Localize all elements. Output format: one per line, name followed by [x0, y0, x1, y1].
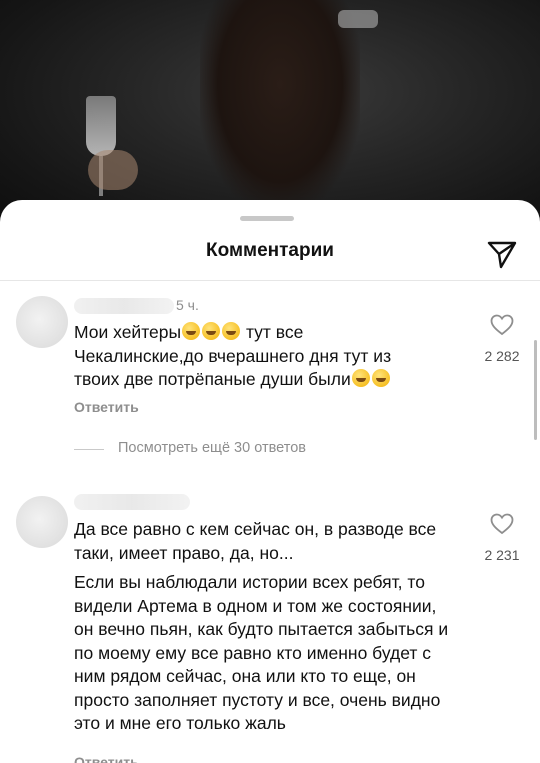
photo-watch: [338, 10, 378, 28]
comment-text-line: Мои хейтеры: [74, 322, 182, 342]
avatar[interactable]: [16, 496, 68, 548]
header-divider: [0, 280, 540, 281]
squinting-face-emoji: [371, 369, 390, 387]
post-photo-background: [0, 0, 540, 230]
heart-outline-icon[interactable]: [490, 513, 514, 535]
comment-paragraph: Если вы наблюдали истории всех ребят, то…: [74, 572, 449, 733]
grinning-sweat-emoji: [202, 322, 221, 340]
like-count: 2 231: [484, 547, 520, 563]
paper-plane-icon[interactable]: [486, 238, 518, 270]
comment-text-line: тут все: [245, 322, 304, 342]
sheet-title: Комментарии: [206, 240, 334, 261]
avatar[interactable]: [16, 296, 68, 348]
replies-rule: [74, 449, 104, 450]
comment-text: Мои хейтеры тут все Чекалинские,до вчера…: [74, 321, 454, 392]
username-redacted[interactable]: [74, 298, 174, 314]
reply-button[interactable]: Ответить: [74, 399, 139, 415]
reply-button[interactable]: Ответить: [74, 754, 139, 763]
comment-paragraph: Да все равно с кем сейчас он, в разводе …: [74, 519, 437, 563]
comment-text-line: Чекалинские,до вчерашнего дня тут из: [74, 345, 392, 366]
comment-text: Да все равно с кем сейчас он, в разводе …: [74, 518, 454, 736]
sheet-drag-handle[interactable]: [240, 216, 294, 221]
like-count: 2 282: [484, 348, 520, 364]
photo-champagne-glass: [86, 96, 116, 156]
photo-figure: [200, 0, 360, 210]
scrollbar[interactable]: [534, 340, 537, 440]
comments-sheet: Комментарии 5 ч. Мои хейтеры тут все Чек…: [0, 200, 540, 763]
view-more-replies-button[interactable]: Посмотреть ещё 30 ответов: [118, 440, 306, 456]
grinning-sweat-emoji: [182, 322, 201, 340]
heart-outline-icon[interactable]: [490, 314, 514, 336]
grinning-sweat-emoji: [222, 322, 241, 340]
photo-hand: [88, 150, 138, 190]
tears-of-joy-emoji: [351, 369, 370, 387]
comment-time: 5 ч.: [176, 297, 199, 313]
comment-text-line: твоих две потрёпаные души были: [74, 369, 351, 389]
username-redacted[interactable]: [74, 494, 190, 510]
